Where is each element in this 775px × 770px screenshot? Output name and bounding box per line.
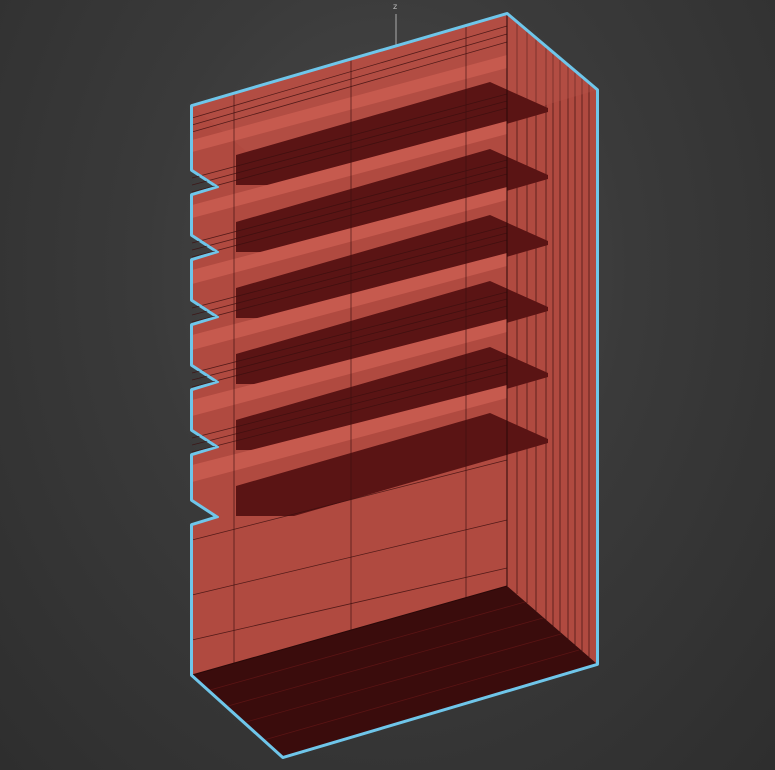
viewport[interactable]: z (0, 0, 775, 770)
scene-canvas[interactable] (0, 0, 775, 770)
